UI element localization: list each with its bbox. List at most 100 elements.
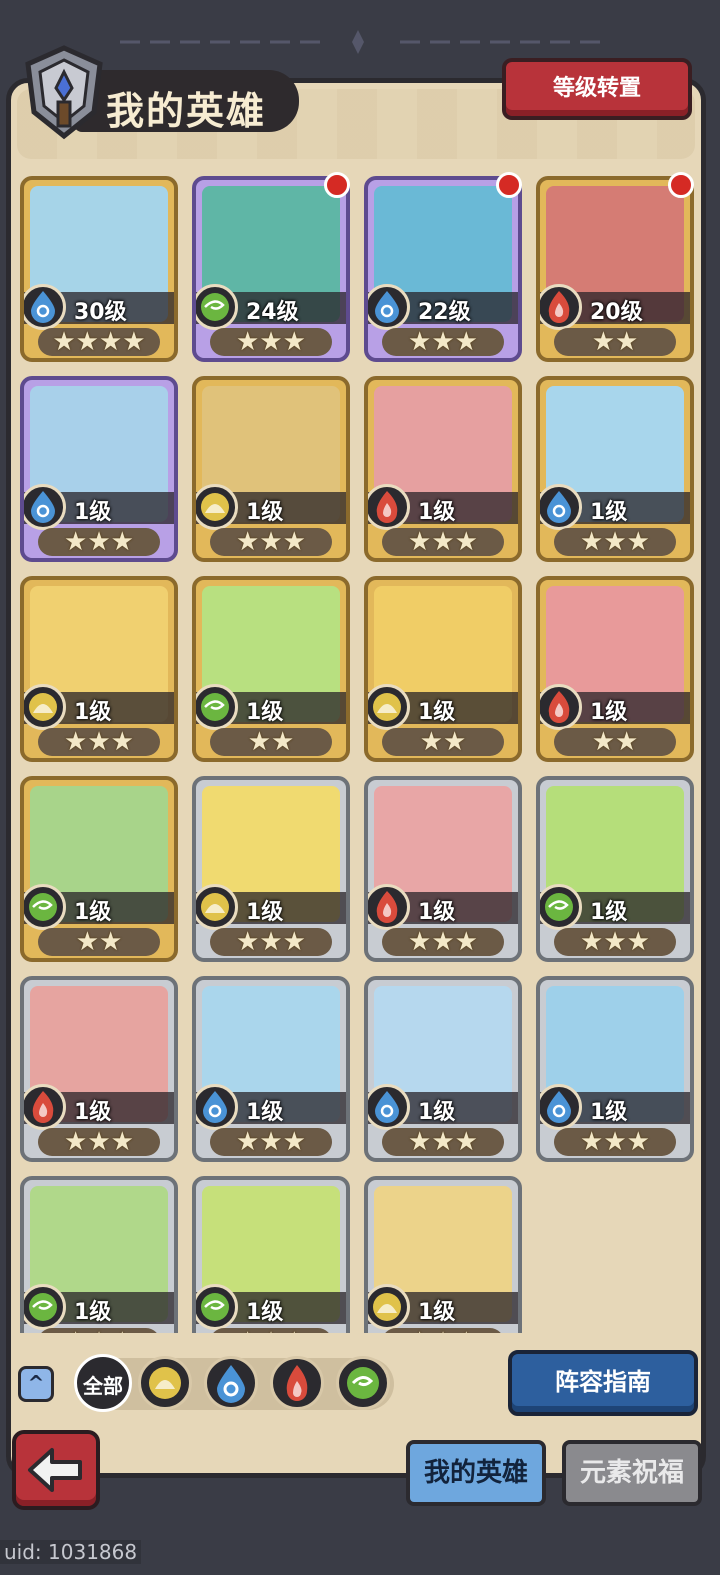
- fire-element-icon: [540, 684, 582, 730]
- hero-level: 1级: [246, 1300, 284, 1325]
- hero-level: 1级: [246, 900, 284, 925]
- hero-level: 30级: [74, 300, 127, 325]
- fire-element-icon: [368, 484, 410, 530]
- hero-card[interactable]: 1级★★★: [364, 976, 522, 1162]
- filter-wind-icon[interactable]: [336, 1356, 390, 1410]
- hero-card[interactable]: 1级 ★★: [364, 576, 522, 762]
- new-notification-dot: [496, 172, 522, 198]
- hero-stars: ★★★: [408, 927, 478, 957]
- water-element-icon: [540, 1084, 582, 1130]
- hero-card[interactable]: 22级 ★★★: [364, 176, 522, 362]
- lineup-guide-button[interactable]: 阵容指南: [508, 1350, 698, 1416]
- hero-card[interactable]: 20级 ★★: [536, 176, 694, 362]
- earth-element-icon: [196, 884, 238, 930]
- wind-element-icon: [540, 884, 582, 930]
- water-element-icon: [368, 284, 410, 330]
- hero-stars: ★★★: [236, 1127, 306, 1157]
- hero-card[interactable]: 1级 ★★: [536, 576, 694, 762]
- hero-stars: ★★★: [580, 527, 650, 557]
- filter-all-button[interactable]: 全部: [74, 1354, 132, 1412]
- hero-level: 24级: [246, 300, 299, 325]
- hero-stars: ★★★: [236, 327, 306, 357]
- page-header: 我的英雄: [14, 42, 304, 142]
- hero-card[interactable]: 1级★★★: [20, 1176, 178, 1333]
- hero-level: 1级: [590, 1100, 628, 1125]
- hero-level: 20级: [590, 300, 643, 325]
- hero-stars: ★★★: [236, 927, 306, 957]
- hero-stars: ★★: [75, 927, 123, 957]
- hero-card[interactable]: 1级★★★: [192, 376, 350, 562]
- hero-stars: ★★: [591, 327, 639, 357]
- filter-water-icon[interactable]: [204, 1356, 258, 1410]
- hero-card[interactable]: 1级★★★: [20, 376, 178, 562]
- water-element-icon: [540, 484, 582, 530]
- hero-card[interactable]: 1级★★★: [192, 976, 350, 1162]
- hero-card[interactable]: 1级★★★: [536, 976, 694, 1162]
- hero-card[interactable]: 1级 ★★: [192, 576, 350, 762]
- hero-stars: ★★★: [408, 527, 478, 557]
- hero-level: 1级: [74, 700, 112, 725]
- hero-card[interactable]: 1级★★★: [192, 776, 350, 962]
- fire-element-icon: [24, 1084, 66, 1130]
- hero-stars: ★★★: [580, 1127, 650, 1157]
- collapse-chevron-button[interactable]: ^: [18, 1366, 54, 1402]
- hero-card[interactable]: 1级★★★: [20, 576, 178, 762]
- new-notification-dot: [324, 172, 350, 198]
- hero-card[interactable]: 1级★★★: [536, 776, 694, 962]
- uid-label: uid: 1031868: [0, 1540, 142, 1564]
- earth-element-icon: [368, 684, 410, 730]
- wind-element-icon: [24, 884, 66, 930]
- hero-stars: ★★: [247, 727, 295, 757]
- hero-level: 1级: [246, 1100, 284, 1125]
- hero-card[interactable]: 1级★★★: [364, 376, 522, 562]
- wind-element-icon: [196, 284, 238, 330]
- hero-card[interactable]: 1级 ★★: [20, 776, 178, 962]
- hero-stars: ★★★: [24, 1326, 174, 1333]
- hero-level: 1级: [418, 900, 456, 925]
- fire-element-icon: [540, 284, 582, 330]
- hero-grid: 30级 ★★★★ 24级 ★★★ 22级 ★★★ 20级 ★★ 1级 ★★★ 1级 ★★★ 1级 ★★★ 1…: [14, 170, 704, 1333]
- filter-fire-icon[interactable]: [270, 1356, 324, 1410]
- hero-level: 1级: [590, 500, 628, 525]
- page-title: 我的英雄: [106, 89, 267, 133]
- hero-level: 1级: [74, 500, 112, 525]
- hero-stars: ★★★: [64, 527, 134, 557]
- hero-card[interactable]: 1级★★★: [192, 1176, 350, 1333]
- water-element-icon: [368, 1084, 410, 1130]
- hero-card[interactable]: 1级★★★: [364, 776, 522, 962]
- back-button[interactable]: [12, 1430, 100, 1510]
- hero-stars: ★★★★: [52, 327, 146, 357]
- hero-card[interactable]: 24级 ★★★: [192, 176, 350, 362]
- earth-element-icon: [196, 484, 238, 530]
- hero-level: 1级: [74, 900, 112, 925]
- water-element-icon: [196, 1084, 238, 1130]
- fire-element-icon: [368, 884, 410, 930]
- wind-element-icon: [24, 1284, 66, 1330]
- hero-level: 1级: [418, 1300, 456, 1325]
- hero-level: 22级: [418, 300, 471, 325]
- filter-earth-icon[interactable]: [138, 1356, 192, 1410]
- level-transfer-button[interactable]: 等级转置: [502, 58, 692, 120]
- hero-level: 1级: [246, 500, 284, 525]
- water-element-icon: [24, 484, 66, 530]
- element-filter-bar: ^ 全部: [14, 1350, 394, 1414]
- water-element-icon: [24, 284, 66, 330]
- hero-stars: ★★★: [408, 1127, 478, 1157]
- hero-stars: ★★: [419, 727, 467, 757]
- hero-stars: ★★★: [368, 1326, 518, 1333]
- hero-level: 1级: [590, 700, 628, 725]
- hero-level: 1级: [74, 1300, 112, 1325]
- hero-stars: ★★: [591, 727, 639, 757]
- hero-card[interactable]: 30级 ★★★★: [20, 176, 178, 362]
- new-notification-dot: [668, 172, 694, 198]
- hero-stars: ★★★: [408, 327, 478, 357]
- tab-element-blessing[interactable]: 元素祝福: [562, 1440, 702, 1506]
- hero-card[interactable]: 1级★★★: [536, 376, 694, 562]
- tab-my-heroes[interactable]: 我的英雄: [406, 1440, 546, 1506]
- hero-stars: ★★★: [64, 727, 134, 757]
- wind-element-icon: [196, 1284, 238, 1330]
- hero-card[interactable]: 1级★★★: [364, 1176, 522, 1333]
- earth-element-icon: [24, 684, 66, 730]
- hero-stars: ★★★: [236, 527, 306, 557]
- hero-card[interactable]: 1级★★★: [20, 976, 178, 1162]
